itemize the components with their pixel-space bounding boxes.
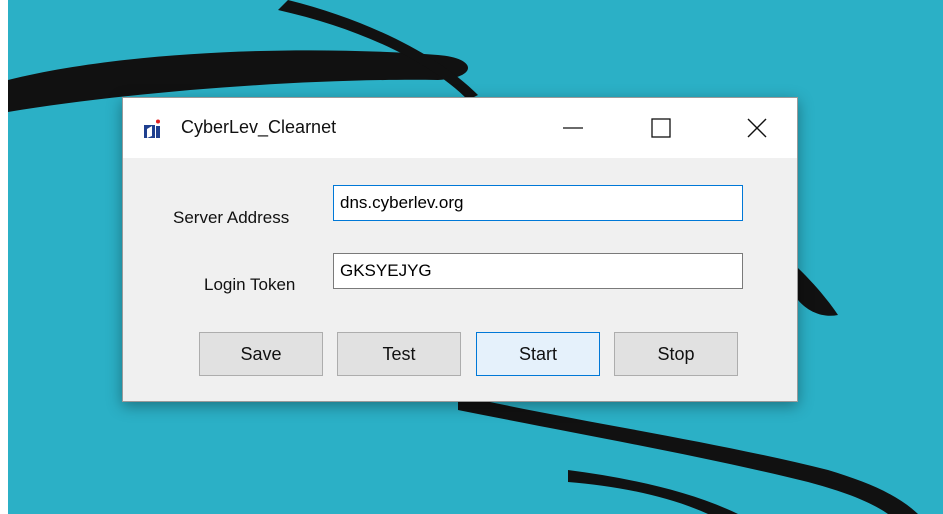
stop-button[interactable]: Stop: [614, 332, 738, 376]
app-icon: [144, 119, 160, 138]
start-button[interactable]: Start: [476, 332, 600, 376]
maximize-button[interactable]: [631, 98, 691, 158]
title-bar[interactable]: CyberLev_Clearnet: [123, 98, 797, 158]
login-token-label: Login Token: [204, 275, 296, 294]
save-button[interactable]: Save: [199, 332, 323, 376]
login-token-input[interactable]: [333, 253, 743, 289]
server-address-label: Server Address: [173, 208, 290, 227]
window-title: CyberLev_Clearnet: [181, 117, 337, 137]
server-address-input[interactable]: [333, 185, 743, 221]
app-window: CyberLev_Clearnet Server Address Login T…: [122, 97, 798, 402]
maximize-icon: [651, 118, 671, 138]
minimize-button[interactable]: [543, 98, 603, 158]
minimize-icon: [563, 127, 583, 129]
test-button[interactable]: Test: [337, 332, 461, 376]
close-icon: [747, 118, 767, 138]
close-button[interactable]: [727, 98, 787, 158]
